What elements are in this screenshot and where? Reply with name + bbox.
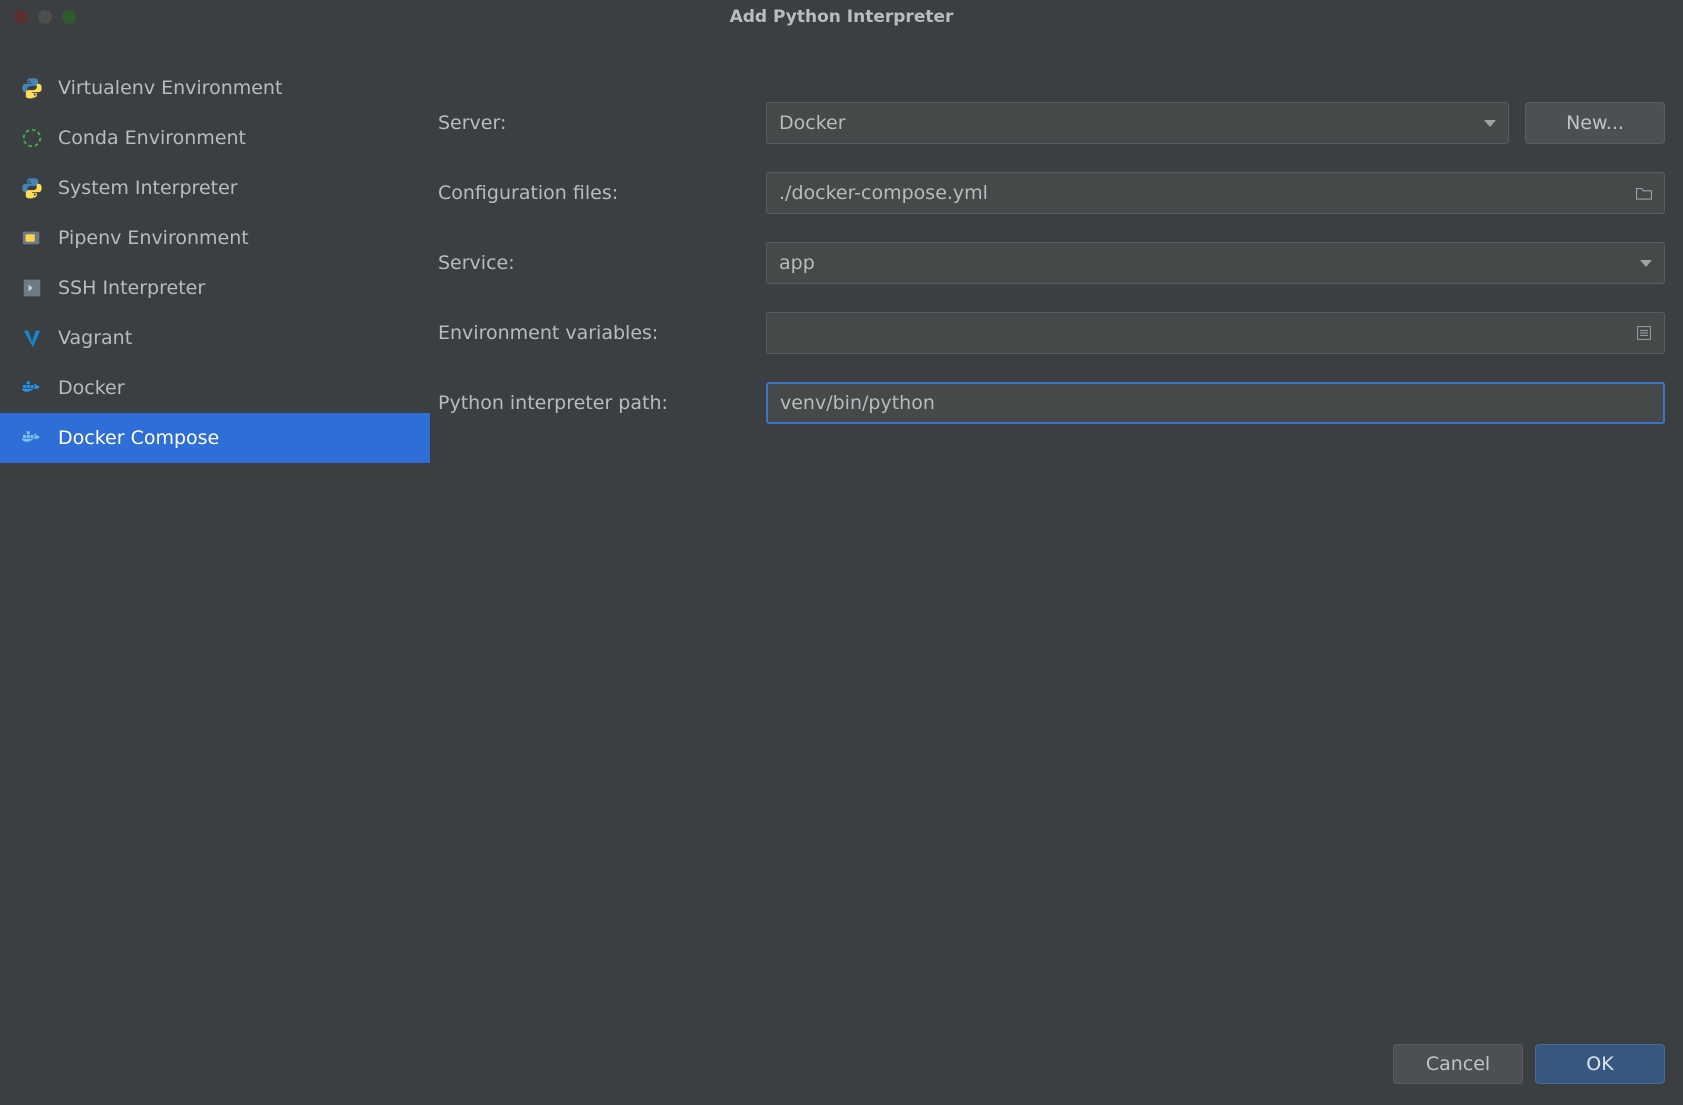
close-window-button[interactable] [14, 10, 28, 24]
config-files-label: Configuration files: [430, 182, 750, 204]
sidebar-item-label: Vagrant [58, 327, 132, 349]
service-select-value: app [779, 252, 815, 274]
env-vars-field[interactable] [766, 312, 1665, 354]
interpreter-type-sidebar: Virtualenv Environment Conda Environment… [0, 33, 430, 1035]
conda-icon [20, 126, 44, 150]
python-icon [20, 76, 44, 100]
window-controls [0, 10, 76, 24]
sidebar-item-docker-compose[interactable]: Docker Compose [0, 413, 430, 463]
sidebar-item-docker[interactable]: Docker [0, 363, 430, 413]
vagrant-icon [20, 326, 44, 350]
sidebar-item-pipenv[interactable]: Pipenv Environment [0, 213, 430, 263]
server-label: Server: [430, 112, 750, 134]
server-select[interactable]: Docker [766, 102, 1509, 144]
service-select[interactable]: app [766, 242, 1665, 284]
ok-button[interactable]: OK [1535, 1044, 1665, 1084]
python-path-input[interactable] [780, 392, 1651, 414]
titlebar: Add Python Interpreter [0, 0, 1683, 33]
service-label: Service: [430, 252, 750, 274]
sidebar-item-label: SSH Interpreter [58, 277, 205, 299]
docker-icon [20, 376, 44, 400]
cancel-button[interactable]: Cancel [1393, 1044, 1523, 1084]
config-files-value: ./docker-compose.yml [779, 182, 988, 204]
sidebar-item-system[interactable]: System Interpreter [0, 163, 430, 213]
chevron-down-icon [1484, 120, 1496, 127]
python-path-field[interactable] [766, 382, 1665, 424]
python-path-label: Python interpreter path: [430, 392, 750, 414]
server-select-value: Docker [779, 112, 846, 134]
docker-compose-icon [20, 426, 44, 450]
python-icon [20, 176, 44, 200]
folder-open-icon[interactable] [1634, 183, 1654, 203]
sidebar-item-label: Docker Compose [58, 427, 219, 449]
chevron-down-icon [1640, 260, 1652, 267]
sidebar-item-virtualenv[interactable]: Virtualenv Environment [0, 63, 430, 113]
ssh-icon [20, 276, 44, 300]
new-server-button[interactable]: New... [1525, 102, 1665, 144]
minimize-window-button[interactable] [38, 10, 52, 24]
sidebar-item-label: System Interpreter [58, 177, 238, 199]
dialog-title: Add Python Interpreter [0, 7, 1683, 27]
sidebar-item-label: Conda Environment [58, 127, 246, 149]
env-vars-label: Environment variables: [430, 322, 750, 344]
sidebar-item-label: Docker [58, 377, 125, 399]
maximize-window-button[interactable] [62, 10, 76, 24]
pipenv-icon [20, 226, 44, 250]
list-edit-icon[interactable] [1634, 323, 1654, 343]
sidebar-item-conda[interactable]: Conda Environment [0, 113, 430, 163]
sidebar-item-ssh[interactable]: SSH Interpreter [0, 263, 430, 313]
dialog-footer: Cancel OK [0, 1035, 1683, 1105]
interpreter-config-form: Server: Docker New... Configuration file… [430, 33, 1683, 1035]
sidebar-item-vagrant[interactable]: Vagrant [0, 313, 430, 363]
sidebar-item-label: Pipenv Environment [58, 227, 249, 249]
config-files-field[interactable]: ./docker-compose.yml [766, 172, 1665, 214]
sidebar-item-label: Virtualenv Environment [58, 77, 282, 99]
